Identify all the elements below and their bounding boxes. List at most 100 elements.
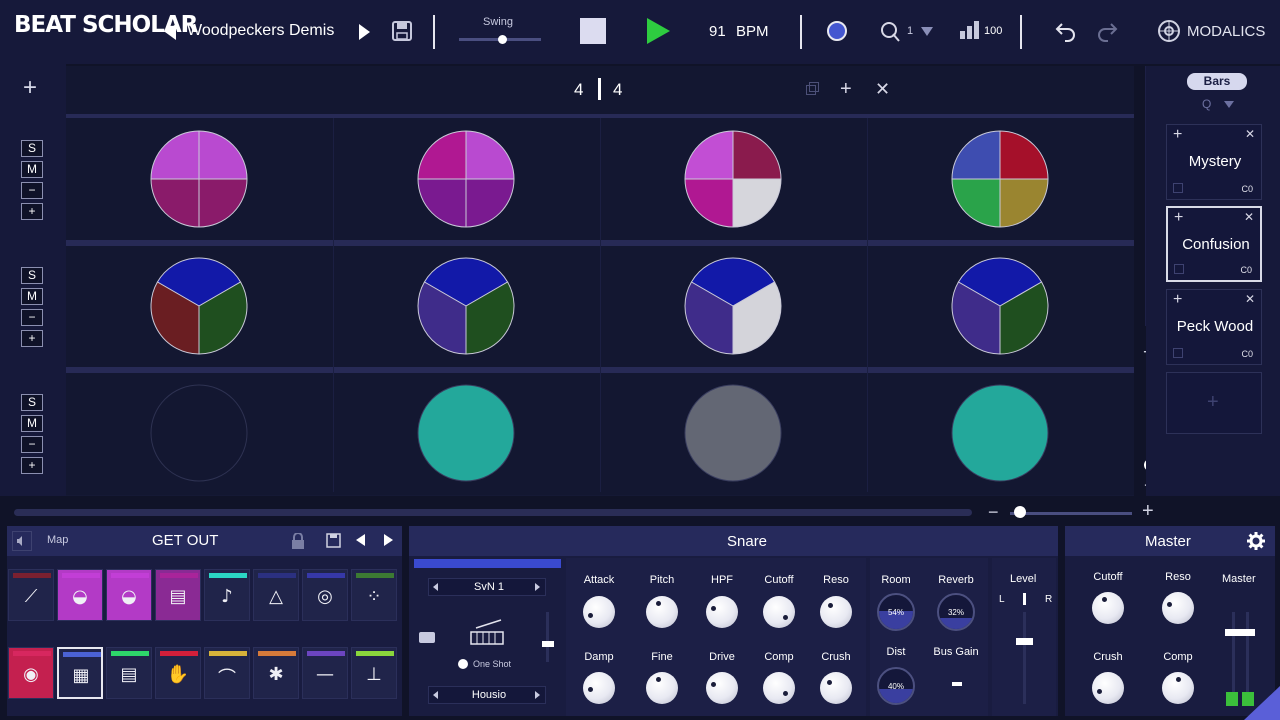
- drive-knob[interactable]: [706, 672, 738, 704]
- drum-pad[interactable]: ▤: [155, 569, 201, 621]
- previous-kit-icon[interactable]: [356, 534, 365, 546]
- beat-slice[interactable]: [465, 178, 515, 228]
- beat-slice[interactable]: [198, 178, 248, 228]
- beat-slice[interactable]: [684, 130, 734, 180]
- bus-gain-slider[interactable]: [952, 682, 962, 686]
- resize-corner-icon[interactable]: [1244, 686, 1280, 720]
- beat-slice[interactable]: [732, 130, 782, 180]
- bars-toggle[interactable]: Bars: [1187, 73, 1247, 90]
- close-icon[interactable]: ✕: [1245, 127, 1255, 141]
- dist-knob[interactable]: 40%: [877, 667, 915, 705]
- beat-slice[interactable]: [417, 178, 467, 228]
- master-comp-knob[interactable]: [1162, 672, 1194, 704]
- knob-indicator: [588, 612, 594, 618]
- sample-volume-handle[interactable]: [542, 641, 554, 647]
- master-fader-handle[interactable]: [1225, 629, 1255, 636]
- drum-pad[interactable]: ⁘: [351, 569, 397, 621]
- pan-slider[interactable]: [1023, 593, 1026, 605]
- reverb-knob[interactable]: 32%: [937, 593, 975, 631]
- pan-left-label: L: [999, 594, 1005, 605]
- drum-pad[interactable]: ◒: [57, 569, 103, 621]
- add-pattern-card[interactable]: +: [1166, 372, 1262, 434]
- drum-pad[interactable]: ✱: [253, 647, 299, 699]
- gear-icon[interactable]: [1247, 532, 1265, 550]
- horizontal-scrollbar[interactable]: [14, 509, 972, 516]
- drum-pad[interactable]: ◒: [106, 569, 152, 621]
- beat-circle[interactable]: [684, 384, 782, 482]
- next-kit-icon[interactable]: [384, 534, 393, 546]
- beat-slice[interactable]: [150, 130, 200, 180]
- zoom-slider-handle[interactable]: [1014, 506, 1026, 518]
- room-knob[interactable]: 54%: [877, 593, 915, 631]
- map-button[interactable]: Map: [47, 534, 68, 546]
- beat-slice[interactable]: [999, 130, 1049, 180]
- beat-slice[interactable]: [951, 178, 1001, 228]
- beat-slice[interactable]: [999, 178, 1049, 228]
- hpf-knob[interactable]: [706, 596, 738, 628]
- beat-slice[interactable]: [684, 178, 734, 228]
- level-slider[interactable]: [1023, 612, 1026, 704]
- fine-knob[interactable]: [646, 672, 678, 704]
- drum-pad[interactable]: ✋: [155, 647, 201, 699]
- close-icon[interactable]: ✕: [1245, 292, 1255, 306]
- drum-pad[interactable]: ⊥: [351, 647, 397, 699]
- duplicate-pattern-icon[interactable]: +: [1174, 209, 1183, 227]
- beat-circle[interactable]: [951, 384, 1049, 482]
- master-reso-knob[interactable]: [1162, 592, 1194, 624]
- pad-color-bar: [356, 573, 394, 578]
- drum-pad[interactable]: ◎: [302, 569, 348, 621]
- drum-pad[interactable]: —: [302, 647, 348, 699]
- next-sample-icon[interactable]: [535, 583, 540, 591]
- copy-icon[interactable]: [1173, 348, 1183, 358]
- copy-icon[interactable]: [1174, 264, 1184, 274]
- pattern-card[interactable]: + ✕ Confusion C0: [1166, 206, 1262, 282]
- pitch-knob[interactable]: [646, 596, 678, 628]
- beat-slice[interactable]: [465, 130, 515, 180]
- speaker-toggle-icon[interactable]: [12, 531, 32, 551]
- duplicate-pattern-icon[interactable]: +: [1173, 291, 1182, 309]
- zoom-slider[interactable]: [1010, 512, 1132, 515]
- crush-knob[interactable]: [820, 672, 852, 704]
- drum-pad[interactable]: ♪: [204, 569, 250, 621]
- beat-circle[interactable]: [150, 384, 248, 482]
- pattern-card[interactable]: + ✕ Mystery C0: [1166, 124, 1262, 200]
- sample-volume-slider[interactable]: [546, 612, 549, 662]
- previous-sample-icon[interactable]: [433, 583, 438, 591]
- quantize-label[interactable]: Q: [1202, 97, 1211, 111]
- level-slider-handle[interactable]: [1016, 638, 1033, 645]
- beat-slice[interactable]: [417, 130, 467, 180]
- copy-icon[interactable]: [1173, 183, 1183, 193]
- zoom-in-button[interactable]: +: [1142, 501, 1154, 521]
- duplicate-pattern-icon[interactable]: +: [1173, 126, 1182, 144]
- drum-pad[interactable]: ▤: [106, 647, 152, 699]
- next-preset-icon[interactable]: [535, 691, 540, 699]
- beat-circle[interactable]: [417, 384, 515, 482]
- beat-slice[interactable]: [732, 178, 782, 228]
- attack-knob[interactable]: [583, 596, 615, 628]
- chevron-down-icon[interactable]: [1224, 101, 1234, 108]
- one-shot-toggle[interactable]: [458, 659, 468, 669]
- zoom-out-button[interactable]: −: [988, 503, 999, 521]
- master-cutoff-knob[interactable]: [1092, 592, 1124, 624]
- drum-pad[interactable]: ⟋: [8, 569, 54, 621]
- drum-pad[interactable]: △: [253, 569, 299, 621]
- snare-drum-icon: [468, 618, 506, 648]
- pattern-card[interactable]: + ✕ Peck Wood C0: [1166, 289, 1262, 365]
- close-icon[interactable]: ✕: [1244, 210, 1254, 224]
- folder-icon[interactable]: [419, 632, 435, 643]
- comp-knob[interactable]: [763, 672, 795, 704]
- lock-icon[interactable]: [291, 532, 305, 549]
- damp-knob[interactable]: [583, 672, 615, 704]
- master-crush-knob[interactable]: [1092, 672, 1124, 704]
- beat-slice[interactable]: [951, 130, 1001, 180]
- save-kit-icon[interactable]: [326, 533, 341, 548]
- drum-pad[interactable]: ▦: [57, 647, 103, 699]
- beat-slice[interactable]: [150, 178, 200, 228]
- reso-knob[interactable]: [820, 596, 852, 628]
- cutoff-knob[interactable]: [763, 596, 795, 628]
- drum-pad[interactable]: ⌒: [204, 647, 250, 699]
- beat-slice[interactable]: [198, 130, 248, 180]
- previous-preset-icon[interactable]: [433, 691, 438, 699]
- drum-pad[interactable]: ◉: [8, 647, 54, 699]
- crash-icon: ✱: [268, 664, 284, 685]
